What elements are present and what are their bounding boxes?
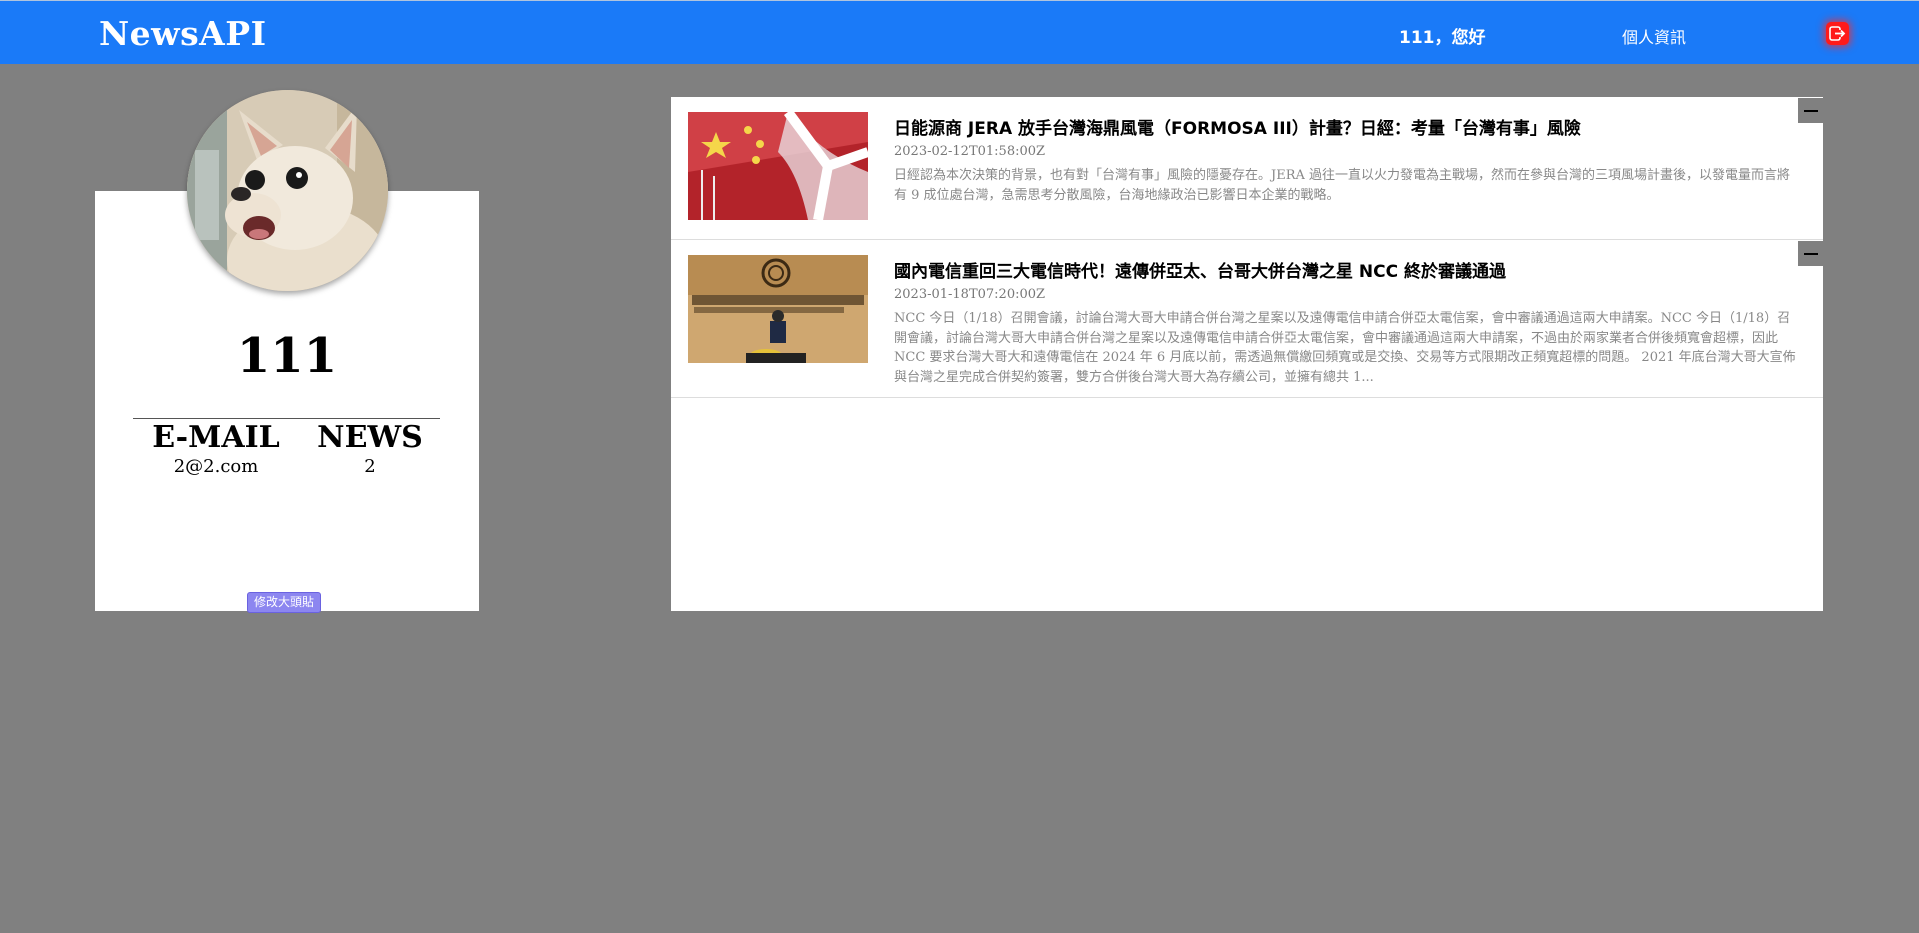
profile-divider: [133, 418, 440, 419]
email-label: E-MAIL: [152, 420, 280, 455]
news-item[interactable]: 國內電信重回三大電信時代！遠傳併亞太、台哥大併台灣之星 NCC 終於審議通過 2…: [671, 240, 1823, 398]
news-thumbnail[interactable]: [688, 255, 868, 363]
news-date: 2023-01-18T07:20:00Z: [894, 287, 1046, 302]
brand-logo[interactable]: NewsAPI: [99, 14, 267, 53]
news-thumbnail[interactable]: [688, 112, 868, 220]
profile-info-link[interactable]: 個人資訊: [1622, 24, 1686, 48]
user-greeting: 111，您好: [1399, 28, 1486, 48]
top-navbar: NewsAPI 111，您好 個人資訊: [0, 0, 1919, 64]
news-stat: NEWS 2: [312, 420, 428, 478]
news-label: NEWS: [317, 420, 423, 455]
user-avatar: [187, 90, 388, 291]
remove-news-button[interactable]: [1798, 98, 1823, 123]
news-title[interactable]: 日能源商 JERA 放手台灣海鼎風電（FORMOSA III）計畫？日經：考量「…: [894, 114, 1581, 139]
news-item[interactable]: 日能源商 JERA 放手台灣海鼎風電（FORMOSA III）計畫？日經：考量「…: [671, 97, 1823, 240]
minus-icon: [1803, 109, 1818, 112]
minus-icon: [1803, 252, 1818, 255]
change-avatar-button[interactable]: 修改大頭貼: [247, 592, 322, 613]
news-description: 日經認為本次決策的背景，也有對「台灣有事」風險的隱憂存在。JERA 過往一直以火…: [894, 168, 1791, 203]
news-date: 2023-02-12T01:58:00Z: [894, 144, 1046, 159]
logout-icon: [1829, 26, 1846, 41]
dog-photo: [187, 90, 388, 291]
remove-news-button[interactable]: [1798, 241, 1823, 266]
logout-button[interactable]: [1826, 22, 1849, 45]
news-count: 2: [364, 456, 376, 477]
news-title[interactable]: 國內電信重回三大電信時代！遠傳併亞太、台哥大併台灣之星 NCC 終於審議通過: [894, 257, 1506, 282]
profile-username: 111: [236, 328, 338, 384]
email-value: 2@2.com: [173, 456, 259, 477]
news-description: NCC 今日（1/18）召開會議，討論台灣大哥大申請合併台灣之星案以及遠傳電信申…: [894, 311, 1796, 385]
email-stat: E-MAIL 2@2.com: [148, 420, 284, 478]
saved-news-panel: 日能源商 JERA 放手台灣海鼎風電（FORMOSA III）計畫？日經：考量「…: [671, 97, 1823, 611]
